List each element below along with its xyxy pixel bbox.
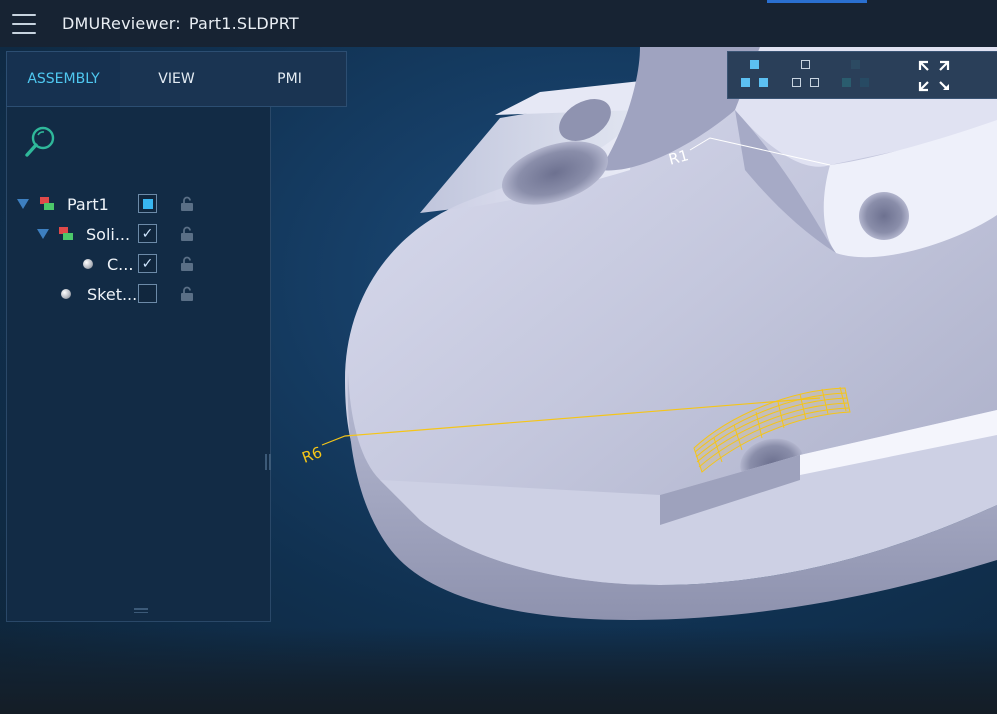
tree-item-label: Soli... <box>86 224 131 244</box>
fullscreen-icon[interactable] <box>916 58 952 94</box>
sketch-sphere-icon <box>61 289 71 299</box>
viewport-floor-shade <box>0 627 997 714</box>
file-name: Part1.SLDPRT <box>188 14 299 33</box>
layout-disabled-icon[interactable] <box>838 58 874 94</box>
tree-item-label: Sket... <box>87 284 138 304</box>
tree-item-part1[interactable]: Part1 <box>17 189 109 219</box>
title-bar: DMUReviewer: Part1.SLDPRT <box>0 0 997 47</box>
visibility-checkbox-c[interactable]: ✓ <box>138 254 157 273</box>
tree-item-label: C... <box>107 254 134 274</box>
tab-pmi[interactable]: PMI <box>233 52 346 106</box>
panel-tab-bar: ASSEMBLY VIEW PMI <box>6 51 347 107</box>
viewport-toolbar <box>727 51 997 99</box>
layout-three-view-outline-icon[interactable] <box>788 58 824 94</box>
app-name: DMUReviewer: <box>62 14 181 33</box>
hamburger-menu-icon[interactable] <box>12 13 36 34</box>
r6-dimension-label: R6 <box>300 443 325 467</box>
lock-icon[interactable] <box>180 226 194 242</box>
part-icon <box>40 197 54 211</box>
tree-item-sketch[interactable]: Sket... <box>61 279 137 309</box>
tree-item-c[interactable]: C... <box>83 249 133 279</box>
tab-view[interactable]: VIEW <box>120 52 233 106</box>
visibility-checkbox-solid-bodies[interactable]: ✓ <box>138 224 157 243</box>
tree-item-solid-bodies[interactable]: Soli... <box>37 219 130 249</box>
part-icon <box>59 227 73 241</box>
body-sphere-icon <box>83 259 93 269</box>
lock-icon[interactable] <box>180 286 194 302</box>
search-icon[interactable] <box>23 125 57 161</box>
layout-three-view-icon[interactable] <box>738 58 774 94</box>
visibility-checkbox-sketch[interactable] <box>138 284 157 303</box>
lock-icon[interactable] <box>180 196 194 212</box>
lock-icon[interactable] <box>180 256 194 272</box>
tab-assembly[interactable]: ASSEMBLY <box>7 52 120 106</box>
panel-bottom-grip[interactable] <box>134 608 148 616</box>
top-accent-bar <box>767 0 867 3</box>
assembly-tree-panel: Part1 Soli... ✓ C... ✓ Sket... <box>6 107 271 622</box>
expand-triangle-icon[interactable] <box>17 199 29 209</box>
expand-triangle-icon[interactable] <box>37 229 49 239</box>
panel-resize-handle[interactable] <box>263 454 273 470</box>
visibility-checkbox-part1[interactable] <box>138 194 157 213</box>
tree-item-label: Part1 <box>67 194 109 214</box>
